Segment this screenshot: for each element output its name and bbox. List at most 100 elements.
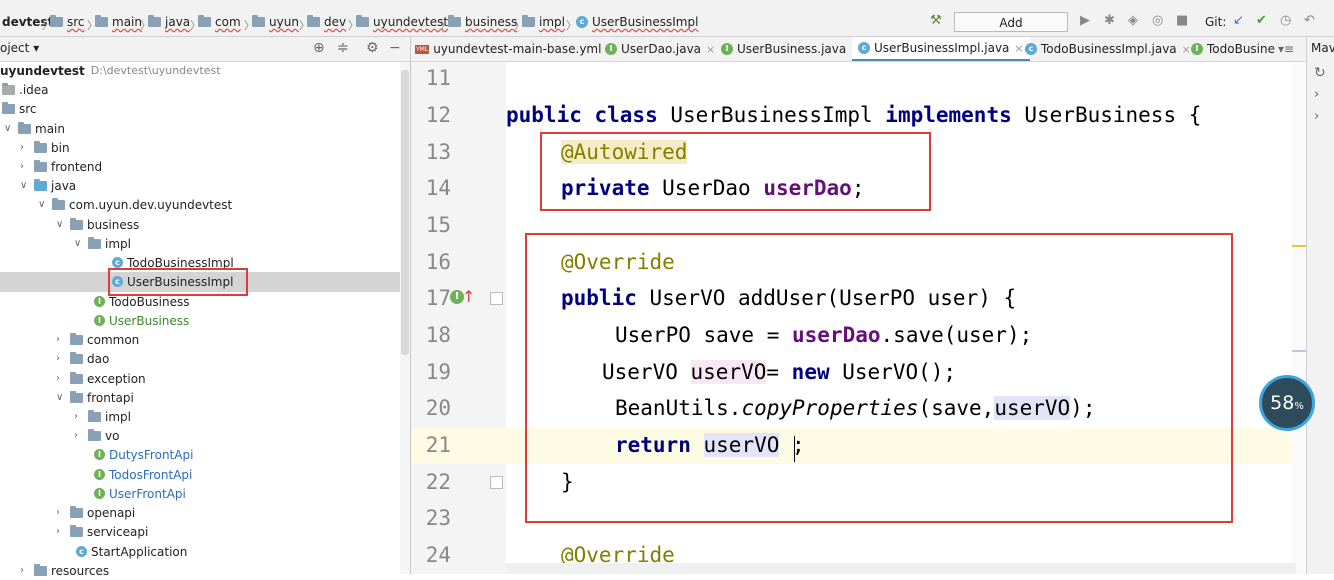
breadcrumb-com[interactable]: com <box>198 13 241 31</box>
add-configuration-button[interactable]: Add Configuration... <box>954 12 1068 50</box>
tab-todobusiness[interactable]: I TodoBusine <box>1191 37 1275 61</box>
tree-item-userbusiness[interactable]: I UserBusiness <box>94 311 189 330</box>
collapse-all-icon[interactable]: ≑ <box>337 40 349 56</box>
refresh-icon[interactable]: ↻ <box>1314 65 1326 81</box>
fold-marker-icon[interactable] <box>490 476 503 489</box>
class-icon: c <box>576 16 588 28</box>
chevron-right-icon[interactable]: › <box>20 565 34 576</box>
project-tree-scroll-thumb[interactable] <box>401 70 409 355</box>
editor-scrollbar[interactable] <box>1292 62 1306 574</box>
close-icon[interactable]: × <box>1182 43 1191 56</box>
line-number: 18 <box>425 323 451 347</box>
chevron-down-icon[interactable]: ∨ <box>20 180 34 191</box>
tree-root[interactable]: uyundevtest D:\devtest\uyundevtest <box>0 61 221 80</box>
chevron-right-icon[interactable]: › <box>56 373 70 384</box>
package-icon <box>88 428 101 441</box>
tree-item-idea[interactable]: .idea <box>2 80 49 99</box>
tree-item-frontapi-impl[interactable]: › impl <box>74 407 131 426</box>
tree-item-main[interactable]: ∨ main <box>4 119 65 138</box>
folder-icon <box>356 15 369 27</box>
tree-item-openapi[interactable]: › openapi <box>56 503 135 522</box>
chevron-right-icon[interactable]: › <box>74 411 88 422</box>
git-update-icon[interactable]: ↙ <box>1233 13 1244 28</box>
tree-item-package-root[interactable]: ∨ com.uyun.dev.uyundevtest <box>38 195 232 214</box>
class-icon: c <box>1025 43 1037 55</box>
stop-icon[interactable]: ■ <box>1176 13 1188 28</box>
tree-item-frontapi[interactable]: ∨ frontapi <box>56 388 134 407</box>
gear-icon[interactable]: ⚙ <box>366 40 379 56</box>
coverage-icon[interactable]: ◈ <box>1128 13 1138 28</box>
tab-userdao[interactable]: I UserDao.java × <box>605 37 715 61</box>
tree-item-resources[interactable]: › resources <box>20 561 109 580</box>
tree-item-frontend[interactable]: › frontend <box>20 157 102 176</box>
breadcrumb-src[interactable]: src <box>50 13 85 31</box>
chevron-down-icon[interactable]: ∨ <box>56 219 70 230</box>
git-rollback-icon[interactable]: ↶ <box>1304 13 1315 28</box>
project-view-selector[interactable]: oject ▾ <box>0 41 39 55</box>
breadcrumb-uyundevtest[interactable]: uyundevtest <box>356 13 448 31</box>
chevron-right-icon[interactable]: › <box>74 430 88 441</box>
git-commit-icon[interactable]: ✔ <box>1256 13 1267 28</box>
tree-item-todobusiness[interactable]: I TodoBusiness <box>94 292 190 311</box>
close-icon[interactable]: × <box>1014 42 1023 55</box>
close-icon[interactable]: × <box>706 43 715 56</box>
run-icon[interactable]: ▶ <box>1080 13 1090 28</box>
tree-item-src[interactable]: src <box>2 99 37 118</box>
tree-item-common[interactable]: › common <box>56 330 139 349</box>
class-icon: c <box>112 257 123 268</box>
breadcrumb-main[interactable]: main <box>95 13 142 31</box>
breadcrumb-file[interactable]: c UserBusinessImpl <box>576 13 698 31</box>
scroll-marker <box>1292 350 1306 352</box>
chevron-right-icon[interactable]: › <box>56 334 70 345</box>
hide-panel-icon[interactable]: − <box>389 40 401 56</box>
locate-icon[interactable]: ⊕ <box>313 40 325 56</box>
tree-item-dutysfrontapi[interactable]: I DutysFrontApi <box>94 445 193 464</box>
chevron-right-icon[interactable]: › <box>1314 87 1319 102</box>
tree-item-dao[interactable]: › dao <box>56 349 109 368</box>
horizontal-scrollbar[interactable] <box>506 563 1296 574</box>
breadcrumb-business[interactable]: business <box>448 13 517 31</box>
git-history-icon[interactable]: ◷ <box>1280 13 1291 28</box>
debug-icon[interactable]: ✱ <box>1104 13 1115 28</box>
package-icon <box>70 524 83 537</box>
chevron-right-icon[interactable]: › <box>56 526 70 537</box>
build-hammer-icon[interactable]: ⚒ <box>930 13 942 28</box>
folder-icon <box>2 101 15 114</box>
maven-tool-label[interactable]: Mav <box>1311 41 1334 55</box>
chevron-down-icon[interactable]: ∨ <box>74 238 88 249</box>
tree-item-exception[interactable]: › exception <box>56 369 146 388</box>
breadcrumb-uyun[interactable]: uyun <box>252 13 299 31</box>
tree-item-todosfrontapi[interactable]: I TodosFrontApi <box>94 465 192 484</box>
override-arrow-icon[interactable]: ↑ <box>462 287 475 306</box>
profile-icon[interactable]: ◎ <box>1152 13 1163 28</box>
tree-item-bin[interactable]: › bin <box>20 138 70 157</box>
breadcrumb-impl[interactable]: impl <box>522 13 565 31</box>
breadcrumb-dev[interactable]: dev <box>307 13 346 31</box>
fold-marker-icon[interactable] <box>490 292 503 305</box>
chevron-down-icon[interactable]: ∨ <box>4 123 18 134</box>
tree-item-vo[interactable]: › vo <box>74 426 119 445</box>
tab-overflow-icon[interactable]: ▾≡ <box>1278 37 1294 61</box>
folder-icon <box>522 15 535 27</box>
chevron-right-icon[interactable]: › <box>56 507 70 518</box>
tab-userbusinessimpl[interactable]: c UserBusinessImpl.java × <box>852 37 1030 61</box>
tab-todobusinessimpl[interactable]: c TodoBusinessImpl.java × <box>1025 37 1191 61</box>
tab-userbusiness[interactable]: IUserBusiness.java× <box>721 37 860 61</box>
package-icon <box>70 371 83 384</box>
menu-bar <box>0 0 1334 8</box>
tree-item-impl[interactable]: ∨ impl <box>74 234 131 253</box>
chevron-right-icon[interactable]: › <box>1314 109 1319 124</box>
tab-yml[interactable]: YMLuyundevtest-main-base.yml× <box>415 37 616 61</box>
chevron-down-icon[interactable]: ∨ <box>56 392 70 403</box>
chevron-right-icon[interactable]: › <box>20 142 34 153</box>
tree-item-java[interactable]: ∨ java <box>20 176 76 195</box>
tree-item-startapplication[interactable]: c StartApplication <box>76 542 187 561</box>
tree-item-business[interactable]: ∨ business <box>56 215 139 234</box>
tree-item-serviceapi[interactable]: › serviceapi <box>56 522 148 541</box>
tree-item-userfrontapi[interactable]: I UserFrontApi <box>94 484 186 503</box>
interface-icon: I <box>94 488 105 499</box>
chevron-down-icon[interactable]: ∨ <box>38 199 52 210</box>
breadcrumb-java[interactable]: java <box>148 13 190 31</box>
chevron-right-icon[interactable]: › <box>20 161 34 172</box>
chevron-right-icon[interactable]: › <box>56 353 70 364</box>
